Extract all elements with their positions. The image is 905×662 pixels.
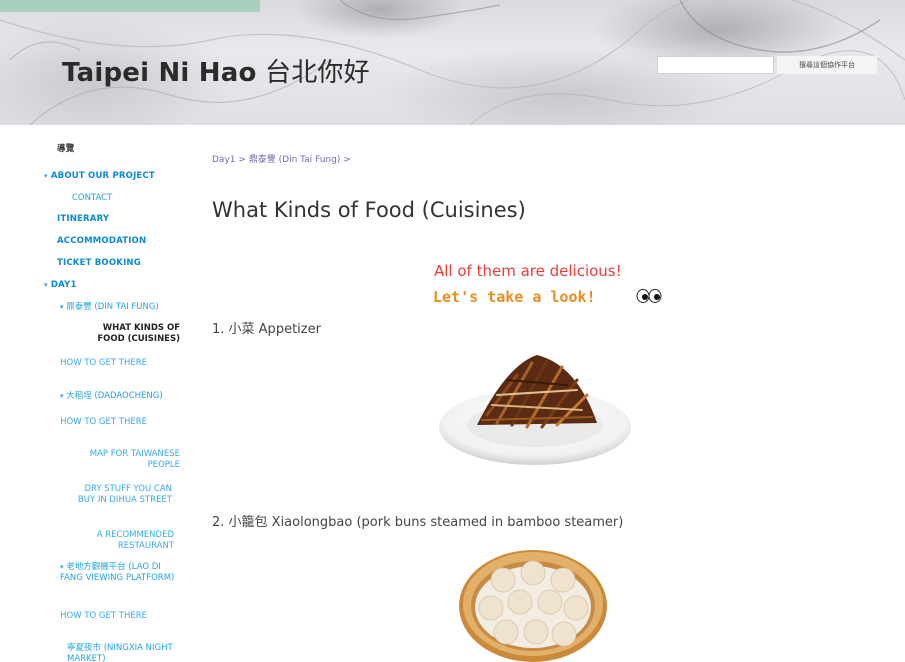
highlight-red-text: All of them are delicious! <box>434 262 622 280</box>
triangle-bullet-icon[interactable]: ▾ <box>44 172 48 180</box>
item-appetizer-heading: 1. 小菜 Appetizer <box>212 322 321 337</box>
triangle-bullet-icon[interactable]: ▾ <box>44 281 48 289</box>
page-title: What Kinds of Food (Cuisines) <box>212 198 526 222</box>
sidebar-item-map-for-taiwanese-people[interactable]: MAP FOR TAIWANESE PEOPLE <box>76 449 180 471</box>
sidebar-item-day1[interactable]: ▾ DAY1 <box>44 280 77 291</box>
sidebar-item-what-kinds-of-food[interactable]: WHAT KINDS OF FOOD (CUISINES) <box>76 323 180 345</box>
sidebar-item-label: 鼎泰豐 (DIN TAI FUNG) <box>66 302 159 312</box>
sidebar-item-ticket-booking[interactable]: TICKET BOOKING <box>57 258 141 269</box>
sidebar-item-recommended-restaurant[interactable]: A RECOMMENDED RESTAURANT <box>76 530 174 552</box>
highlight-orange-text: Let's take a look! <box>433 288 596 306</box>
sidebar-item-ningxia-night-market[interactable]: 寧夏夜市 (NINGXIA NIGHT MARKET) <box>67 643 177 662</box>
sidebar-item-label: 大稻埕 (DADAOCHENG) <box>66 391 163 401</box>
sidebar-item-how-to-get-there-3[interactable]: HOW TO GET THERE <box>47 611 147 622</box>
breadcrumb[interactable]: Day1 > 鼎泰豐 (Din Tai Fung) > <box>212 152 351 165</box>
sidebar-item-lao-di-fang[interactable]: ▾ 老地方觀機平台 (LAO DI FANG VIEWING PLATFORM) <box>60 562 180 584</box>
sidebar-item-din-tai-fung[interactable]: ▾ 鼎泰豐 (DIN TAI FUNG) <box>60 302 159 313</box>
sidebar-item-label: DAY1 <box>50 280 77 290</box>
site-title[interactable]: Taipei Ni Hao 台北你好 <box>62 52 370 89</box>
sidebar-item-contact[interactable]: CONTACT <box>72 193 112 204</box>
item-xiaolongbao-heading: 2. 小籠包 Xiaolongbao (pork buns steamed in… <box>212 515 624 530</box>
sidebar-item-dadaocheng[interactable]: ▾ 大稻埕 (DADAOCHENG) <box>60 391 163 402</box>
sidebar-item-how-to-get-there-2[interactable]: HOW TO GET THERE <box>47 417 147 428</box>
xiaolongbao-steamer-image <box>459 550 607 662</box>
sidebar-item-dry-stuff[interactable]: DRY STUFF YOU CAN BUY IN DIHUA STREET <box>76 484 172 506</box>
header-banner: Taipei Ni Hao 台北你好 搜尋這個協作平台 <box>0 0 905 125</box>
eyes-emoji-icon <box>636 289 662 303</box>
site-title-latin: Taipei Ni Hao <box>62 58 257 88</box>
sidebar-item-how-to-get-there[interactable]: HOW TO GET THERE <box>47 358 147 369</box>
sidebar-item-accommodation[interactable]: ACCOMMODATION <box>57 236 146 247</box>
triangle-bullet-icon[interactable]: ▾ <box>60 303 64 311</box>
triangle-bullet-icon[interactable]: ▾ <box>60 563 64 571</box>
search-button[interactable]: 搜尋這個協作平台 <box>777 56 877 74</box>
sidebar-item-navigation[interactable]: 導覽 <box>57 144 74 155</box>
triangle-bullet-icon[interactable]: ▾ <box>60 392 64 400</box>
appetizer-dish-image <box>439 355 631 465</box>
sidebar-item-itinerary[interactable]: ITINERARY <box>57 214 109 225</box>
sidebar-item-about-our-project[interactable]: ▾ ABOUT OUR PROJECT <box>44 171 155 182</box>
sidebar-item-label: 老地方觀機平台 (LAO DI FANG VIEWING PLATFORM) <box>60 562 175 583</box>
search-input[interactable] <box>657 56 774 74</box>
site-title-cjk: 台北你好 <box>265 58 370 88</box>
sidebar-item-label: ABOUT OUR PROJECT <box>50 171 155 181</box>
